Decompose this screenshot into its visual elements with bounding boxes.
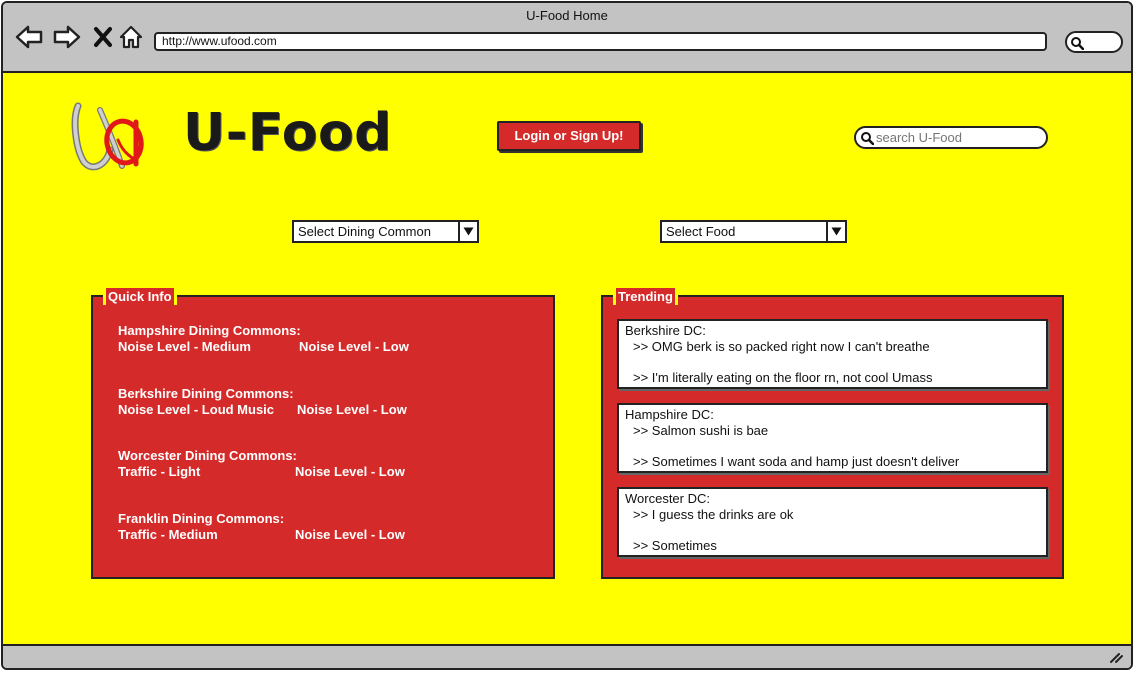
dining-common-name: Worcester Dining Commons: <box>118 448 297 463</box>
address-bar[interactable]: http://www.ufood.com <box>154 32 1047 51</box>
site-search-field[interactable] <box>854 126 1048 149</box>
home-icon[interactable] <box>117 23 145 51</box>
trending-message: >> OMG berk is so packed right now I can… <box>633 338 930 354</box>
login-signup-button[interactable]: Login or Sign Up! <box>497 121 641 151</box>
page-content: U-Food Login or Sign Up! Select Dining C… <box>3 73 1131 646</box>
quick-info-title: Quick Info <box>106 288 174 305</box>
browser-window: U-Food Home http://www.ufood.com U-Food … <box>1 1 1133 670</box>
quick-info-title-wrapper: Quick Info <box>103 288 177 305</box>
dining-common-metric: Traffic - Medium <box>118 527 218 542</box>
trending-message: >> Salmon sushi is bae <box>633 422 769 438</box>
food-select-value: Select Food <box>666 224 736 239</box>
dining-common-metric: Traffic - Light <box>118 464 201 479</box>
quick-info-entry: Franklin Dining Commons: Traffic - Mediu… <box>118 511 405 543</box>
dining-common-metric: Noise Level - Low <box>295 464 405 479</box>
browser-toolbar: U-Food Home http://www.ufood.com <box>3 3 1131 73</box>
dining-common-metric: Noise Level - Low <box>299 339 409 354</box>
logo-icon[interactable] <box>70 100 148 179</box>
status-bar <box>3 644 1131 668</box>
window-title: U-Food Home <box>526 8 608 23</box>
trending-title: Trending <box>616 288 675 305</box>
dining-common-select-value: Select Dining Common <box>298 224 431 239</box>
trending-message: >> I guess the drinks are ok <box>633 506 794 522</box>
trending-post[interactable]: Hampshire DC: >> Salmon sushi is bae >> … <box>617 403 1048 473</box>
trending-message: >> Sometimes I want soda and hamp just d… <box>633 453 960 469</box>
quick-info-panel: Quick Info Hampshire Dining Commons: Noi… <box>91 288 555 579</box>
resize-grip-icon[interactable] <box>1109 651 1123 663</box>
trending-post[interactable]: Worcester DC: >> I guess the drinks are … <box>617 487 1048 557</box>
dining-common-name: Hampshire Dining Commons: <box>118 323 301 338</box>
trending-title-wrapper: Trending <box>613 288 678 305</box>
trending-message: >> Sometimes <box>633 537 717 553</box>
trending-panel: Trending Berkshire DC: >> OMG berk is so… <box>601 288 1064 579</box>
dining-common-metric: Noise Level - Low <box>295 527 405 542</box>
close-icon[interactable] <box>89 23 117 51</box>
chevron-down-icon[interactable] <box>458 222 477 241</box>
quick-info-entry: Hampshire Dining Commons: Noise Level - … <box>118 323 409 355</box>
trending-dc-name: Hampshire DC: <box>625 407 714 422</box>
dining-common-metric: Noise Level - Loud Music <box>118 402 275 417</box>
dining-common-name: Franklin Dining Commons: <box>118 511 285 526</box>
dining-common-select[interactable]: Select Dining Common <box>292 220 479 243</box>
search-icon <box>861 132 874 145</box>
quick-info-entry: Berkshire Dining Commons: Noise Level - … <box>118 386 407 418</box>
chevron-down-icon[interactable] <box>826 222 845 241</box>
search-input[interactable] <box>876 129 1036 146</box>
trending-post[interactable]: Berkshire DC: >> OMG berk is so packed r… <box>617 319 1048 389</box>
food-select[interactable]: Select Food <box>660 220 847 243</box>
brand-wordmark: U-Food <box>183 103 392 163</box>
trending-message: >> I'm literally eating on the floor rn,… <box>633 369 933 385</box>
browser-search-field[interactable] <box>1065 31 1123 53</box>
quick-info-entry: Worcester Dining Commons: Traffic - Ligh… <box>118 448 405 480</box>
dining-common-metric: Noise Level - Medium <box>118 339 251 354</box>
dining-common-metric: Noise Level - Low <box>297 402 407 417</box>
search-icon <box>1071 37 1084 50</box>
trending-dc-name: Berkshire DC: <box>625 323 706 338</box>
back-icon[interactable] <box>15 23 43 51</box>
dining-common-name: Berkshire Dining Commons: <box>118 386 294 401</box>
trending-dc-name: Worcester DC: <box>625 491 710 506</box>
forward-icon[interactable] <box>53 23 81 51</box>
